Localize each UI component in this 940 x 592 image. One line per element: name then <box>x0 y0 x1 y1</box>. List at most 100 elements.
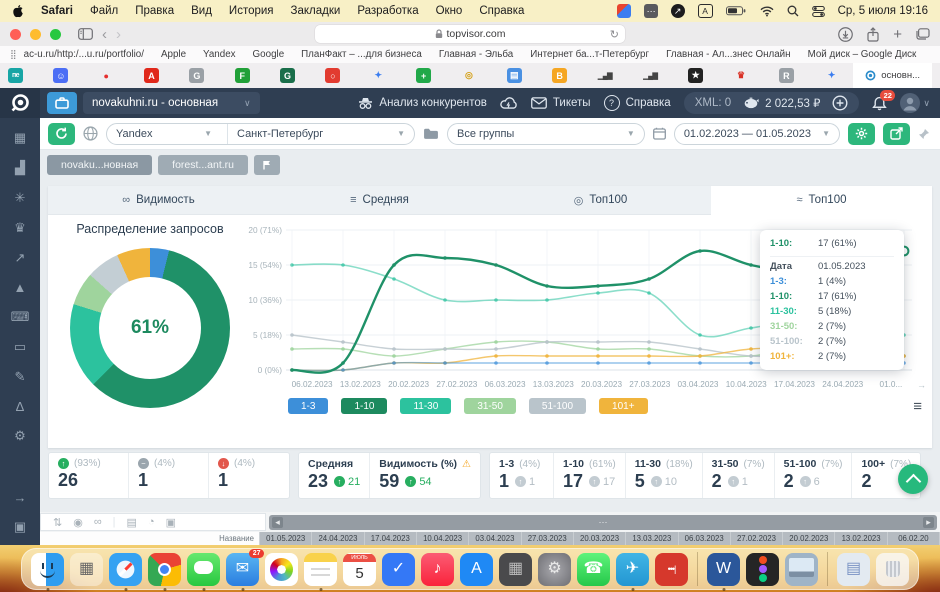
table-name-column[interactable]: Название <box>40 532 260 545</box>
dock-calculator-icon[interactable]: ▦ <box>499 553 532 586</box>
bookmark-link[interactable]: Главная - Эльба <box>439 49 513 60</box>
back-button[interactable]: ‹ <box>102 27 107 42</box>
table-date-header[interactable]: 06.03.2023 <box>679 532 731 545</box>
awards-icon[interactable]: ♛ <box>14 220 26 236</box>
keywords-icon[interactable]: ⌨ <box>11 309 30 325</box>
balance-pill[interactable]: XML: 0 2 022,53 ₽ <box>684 92 860 114</box>
dashboard-icon[interactable]: ▦ <box>14 130 26 146</box>
menu-item[interactable]: Safari <box>41 5 73 17</box>
legend-button-11-30[interactable]: 11-30 <box>400 398 451 414</box>
dock-mail-icon[interactable]: ✉27 <box>226 553 259 586</box>
favorite-icon[interactable]: + <box>416 68 431 83</box>
favorite-icon[interactable]: ○ <box>325 68 340 83</box>
input-language-icon[interactable]: А <box>698 4 713 18</box>
dock-messages-icon[interactable] <box>187 553 220 586</box>
trends-icon[interactable]: ↗ <box>15 250 26 266</box>
collapse-icon[interactable]: → <box>14 490 27 505</box>
table-date-header[interactable]: 13.02.2023 <box>835 532 887 545</box>
dock-calendar-icon[interactable]: июль5 <box>343 553 376 586</box>
tab-топ100-4[interactable]: ≈Топ100 <box>711 186 932 215</box>
tab-топ100-3[interactable]: ◎Топ100 <box>490 186 711 214</box>
x-axis-arrow-icon[interactable]: → <box>917 380 926 390</box>
groups-select[interactable]: Все группы ▼ <box>447 123 645 145</box>
favorite-icon[interactable]: пе <box>8 68 23 83</box>
tab-видимость-1[interactable]: ∞Видимость <box>48 186 269 214</box>
bookmark-link[interactable]: Мой диск – Google Диск <box>808 49 917 60</box>
table-date-header[interactable]: 27.02.2023 <box>731 532 783 545</box>
table-date-header[interactable]: 27.03.2023 <box>522 532 574 545</box>
chart-settings-button[interactable] <box>848 123 875 145</box>
favorite-icon[interactable]: ▁▄▇ <box>643 68 658 83</box>
table-date-header[interactable]: 17.04.2023 <box>365 532 417 545</box>
toolbar-icon-4[interactable]: ◔ <box>148 516 155 528</box>
add-funds-icon[interactable] <box>832 95 848 111</box>
stats-icon[interactable]: ▟ <box>15 160 25 176</box>
minimize-window-button[interactable] <box>30 29 41 40</box>
gear-icon[interactable]: ⚙ <box>14 428 26 444</box>
dock-settings-icon[interactable]: ⚙ <box>538 553 571 586</box>
toolbar-icon-2[interactable]: ∞ <box>94 516 102 528</box>
menu-item[interactable]: Разработка <box>357 5 418 17</box>
bookmark-link[interactable]: Google <box>253 49 285 60</box>
scroll-top-button[interactable] <box>898 464 928 494</box>
favorite-icon[interactable]: ☺ <box>53 68 68 83</box>
table-date-header[interactable]: 06.02.20 <box>888 532 940 545</box>
table-date-header[interactable]: 20.02.2023 <box>783 532 835 545</box>
bookmark-link[interactable]: ac-u.ru/http:/...u.ru/portfolio/ <box>24 49 144 60</box>
tag-chip[interactable]: novaku...новная <box>47 155 152 175</box>
menu-item[interactable]: История <box>229 5 274 17</box>
project-briefcase-button[interactable] <box>47 92 77 114</box>
favorite-icon[interactable]: ✦ <box>371 68 386 83</box>
competitors-link[interactable]: Анализ конкурентов <box>358 97 487 110</box>
boost-icon[interactable]: ▲ <box>14 280 27 295</box>
dock-lastpass-icon[interactable]: •••| <box>655 553 688 586</box>
tickets-link[interactable]: Тикеты <box>531 97 591 109</box>
dock-safari-icon[interactable] <box>109 553 142 586</box>
dock-app-store-icon[interactable]: A <box>460 553 493 586</box>
legend-button-1-3[interactable]: 1-3 <box>288 398 328 414</box>
dock-things-icon[interactable]: ✓ <box>382 553 415 586</box>
favorite-icon[interactable]: B <box>552 68 567 83</box>
menu-item[interactable]: Закладки <box>291 5 341 17</box>
menubar-clock[interactable]: Ср, 5 июля 19:16 <box>838 5 928 17</box>
tab-overview-icon[interactable] <box>916 28 930 40</box>
bookmark-link[interactable]: Главная - Ал...знес Онлайн <box>666 49 790 60</box>
favorite-icon[interactable]: G <box>280 68 295 83</box>
yandex-menubar-icon[interactable] <box>617 4 631 18</box>
dock-notes-icon[interactable] <box>304 553 337 586</box>
refresh-button[interactable] <box>48 123 75 145</box>
dock-window-preview-icon[interactable] <box>785 553 818 586</box>
table-date-header[interactable]: 13.03.2023 <box>626 532 678 545</box>
dock-telegram-icon[interactable]: ✈ <box>616 553 649 586</box>
bookmarks-grid-icon[interactable]: ⣿ <box>10 49 18 60</box>
toolbar-icon-1[interactable]: ◉ <box>73 516 83 529</box>
cloud-icon[interactable] <box>500 96 518 110</box>
dock-finder-icon[interactable] <box>31 553 64 586</box>
toolbar-icon-0[interactable]: ⇅ <box>53 516 62 529</box>
experiments-icon[interactable]: Δ <box>16 399 25 414</box>
new-tab-icon[interactable]: + <box>893 26 902 43</box>
address-bar[interactable]: topvisor.com ↻ <box>315 25 625 43</box>
bookmark-link[interactable]: Apple <box>161 49 186 60</box>
favorite-icon[interactable]: ♛ <box>734 68 749 83</box>
apple-menu-icon[interactable] <box>12 4 24 18</box>
menu-item[interactable]: Файл <box>90 5 118 17</box>
notifications-bell[interactable]: 22 <box>872 96 887 111</box>
favorite-icon[interactable]: ✦ <box>824 68 839 83</box>
calendar-icon[interactable] <box>653 127 666 140</box>
menu-item[interactable]: Вид <box>191 5 212 17</box>
favorite-icon[interactable]: ▤ <box>507 68 522 83</box>
active-favorite-tab[interactable]: основн... <box>853 63 932 88</box>
bookmark-link[interactable]: ПланФакт – ...для бизнеса <box>301 49 422 60</box>
share-icon[interactable] <box>867 27 879 42</box>
dock-figma-icon[interactable] <box>746 553 779 586</box>
dock-whatsapp-icon[interactable]: ☎ <box>577 553 610 586</box>
downloads-icon[interactable] <box>838 27 853 42</box>
scroll-left-icon[interactable]: ◂ <box>272 517 283 528</box>
control-center-icon[interactable] <box>812 5 825 18</box>
sidebar-toggle-icon[interactable] <box>78 28 93 40</box>
donut-chart[interactable]: 61% <box>70 248 230 408</box>
favorite-icon[interactable]: ★ <box>688 68 703 83</box>
favorite-icon[interactable]: F <box>235 68 250 83</box>
favorite-icon[interactable]: G <box>189 68 204 83</box>
